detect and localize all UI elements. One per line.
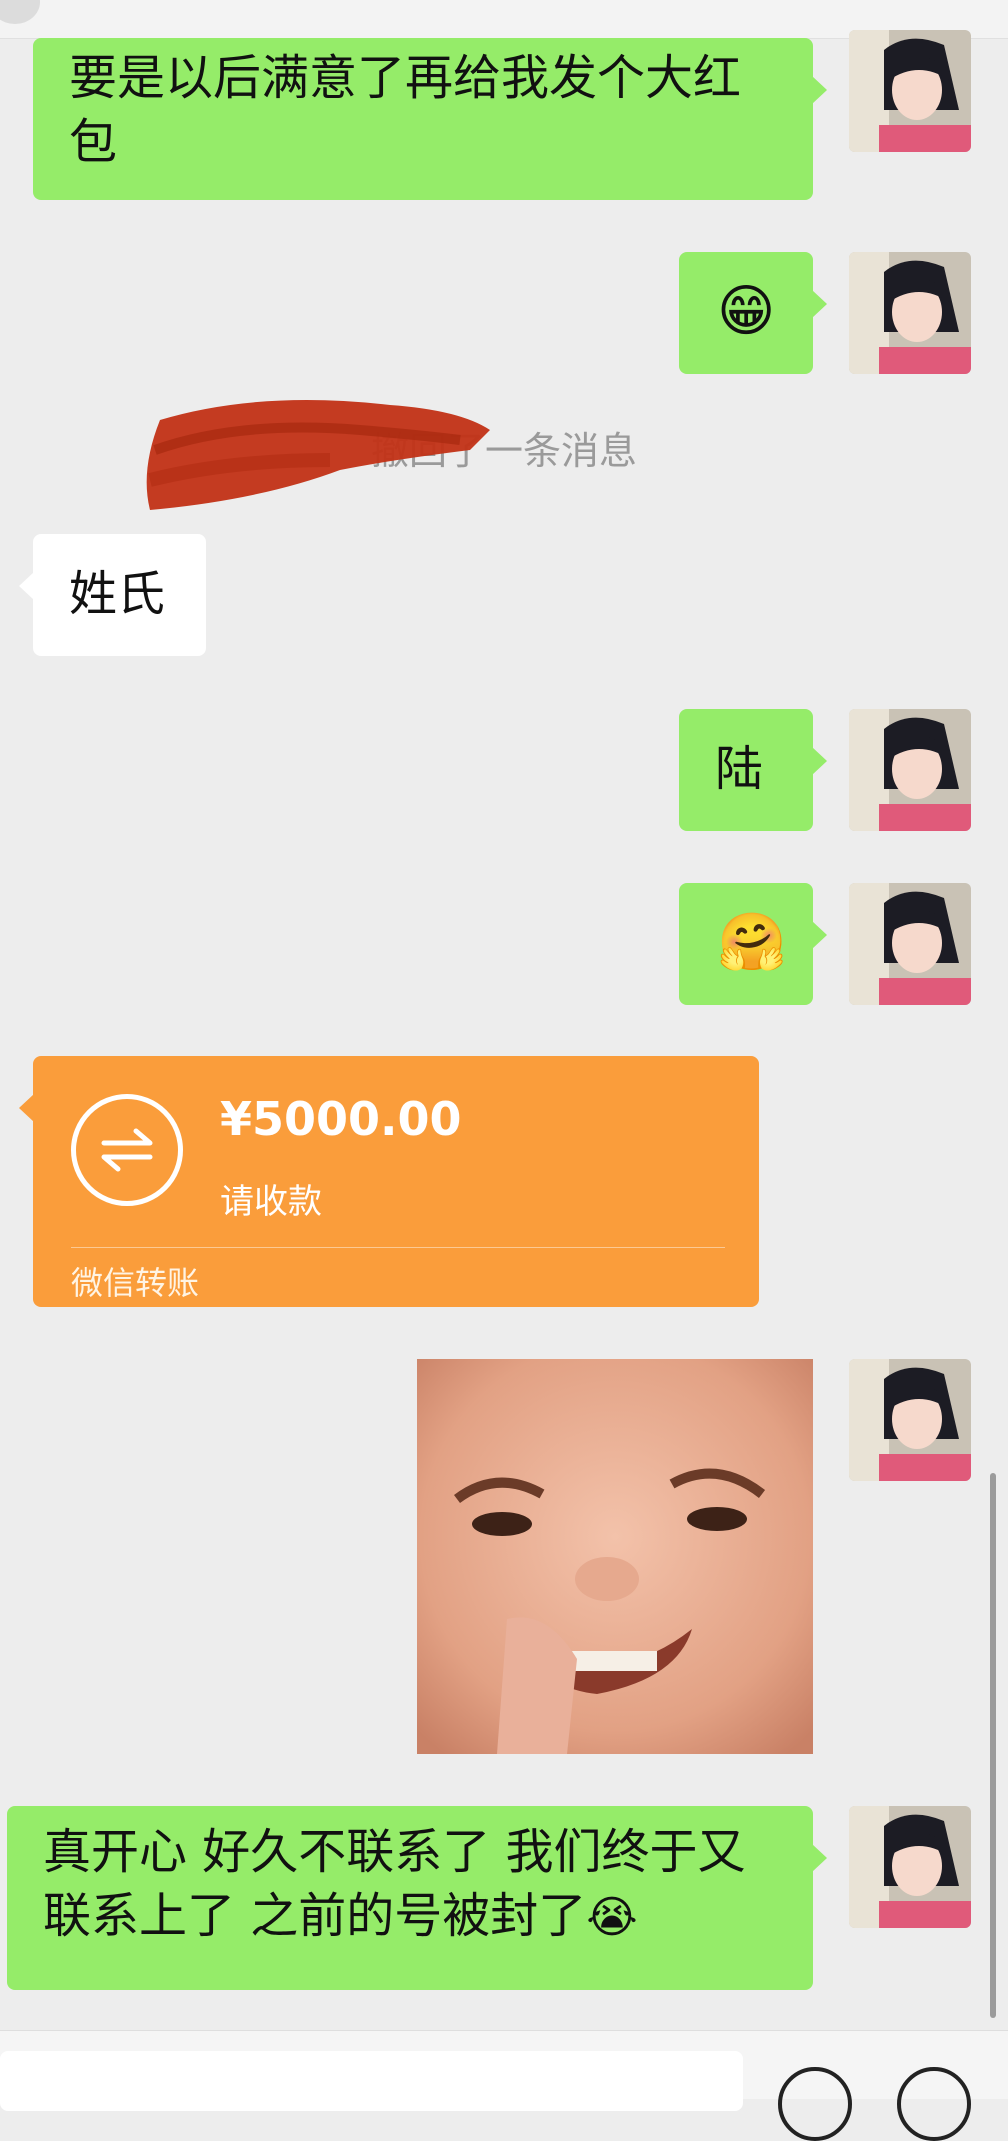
back-button[interactable]	[0, 0, 40, 24]
transfer-brand: 微信转账	[71, 1264, 200, 1302]
sent-message-bubble[interactable]: 要是以后满意了再给我发个大红包	[33, 38, 827, 200]
grin-emoji: 😁	[717, 279, 776, 344]
avatar[interactable]	[849, 30, 971, 152]
input-bar	[0, 2030, 1008, 2141]
message-line: 真开心 好久不联系了 我们终于又	[43, 1824, 746, 1880]
hug-emoji: 🤗	[717, 910, 787, 975]
red-scribble-redaction	[146, 400, 490, 510]
transfer-amount: ¥5000.00	[220, 1092, 462, 1146]
divider	[71, 1247, 725, 1248]
avatar[interactable]	[849, 1806, 971, 1928]
scrollbar[interactable]	[990, 1473, 996, 2018]
sent-image[interactable]	[417, 1359, 813, 1754]
sent-message-bubble[interactable]: 真开心 好久不联系了 我们终于又 联系上了 之前的号被封了😭	[7, 1806, 827, 1990]
message-input[interactable]	[0, 2051, 743, 2111]
crying-emoji: 😭	[586, 1892, 638, 1943]
wechat-transfer-card[interactable]: ¥5000.00 请收款 微信转账	[19, 1056, 759, 1307]
avatar[interactable]	[849, 883, 971, 1005]
avatar[interactable]	[849, 709, 971, 831]
avatar[interactable]	[849, 1359, 971, 1481]
sent-emoji-bubble[interactable]: 😁	[679, 252, 827, 374]
transfer-note: 请收款	[220, 1182, 322, 1222]
message-text: 姓氏	[69, 566, 166, 622]
message-line-2: 联系上了 之前的号被封了😭	[43, 1884, 793, 1950]
message-text: 联系上了 之前的号被封了	[43, 1888, 587, 1944]
message-text: 要是以后满意了再给我发个大红包	[69, 50, 742, 170]
received-message-bubble[interactable]: 姓氏	[19, 534, 206, 656]
transfer-icon	[71, 1094, 183, 1206]
message-text: 陆	[715, 741, 764, 797]
add-icon[interactable]	[897, 2067, 971, 2141]
sent-message-bubble[interactable]: 陆	[679, 709, 827, 831]
sent-emoji-bubble[interactable]: 🤗	[679, 883, 827, 1005]
emoji-button-icon[interactable]	[778, 2067, 852, 2141]
avatar[interactable]	[849, 252, 971, 374]
